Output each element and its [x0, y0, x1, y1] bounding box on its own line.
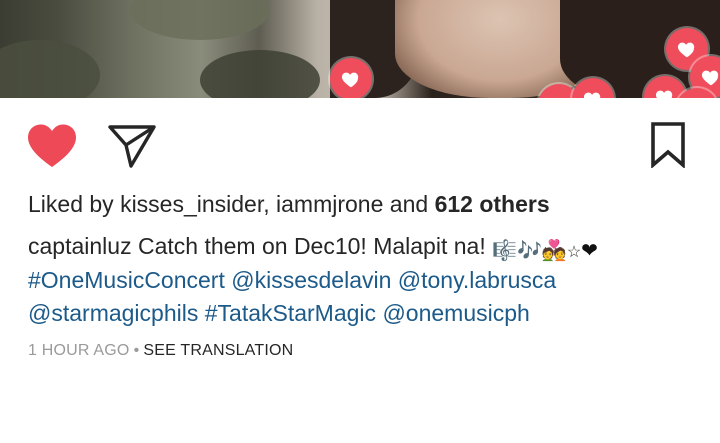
dot-separator: • — [133, 342, 140, 359]
liked-by-label: Liked by — [28, 191, 114, 217]
music-notes-emoji: 🎶 — [517, 240, 542, 262]
caption-text: Catch them on Dec10! Malapit na! — [137, 233, 486, 259]
floating-heart-icon — [330, 58, 372, 98]
comma-separator: , — [263, 191, 270, 217]
and-label: and — [389, 191, 429, 217]
author-username[interactable]: captainluz — [28, 233, 132, 259]
heart-icon — [28, 124, 76, 167]
couple-heart-emoji: 💑 — [541, 240, 567, 262]
mention-link[interactable]: @tony.labrusca — [398, 267, 556, 293]
post-photo[interactable] — [0, 0, 720, 98]
caption-line: #OneMusicConcert @kissesdelavin @tony.la… — [28, 264, 698, 298]
star-emoji: ☆ — [566, 244, 582, 261]
liker-username[interactable]: iammjrone — [276, 191, 383, 217]
black-heart-emoji: ❤ — [581, 240, 598, 262]
see-translation-link[interactable]: SEE TRANSLATION — [143, 342, 293, 359]
save-button[interactable] — [645, 118, 691, 172]
hashtag-link[interactable]: #TatakStarMagic — [205, 300, 376, 326]
paper-plane-icon — [108, 125, 156, 168]
post-caption: captainluz Catch them on Dec10! Malapit … — [28, 230, 698, 331]
others-count-link[interactable]: 612 others — [435, 191, 550, 217]
liker-username[interactable]: kisses_insider — [120, 191, 263, 217]
bookmark-icon — [651, 122, 685, 168]
caption-line: @starmagicphils #TatakStarMagic @onemusi… — [28, 297, 698, 331]
likes-summary: Liked by kisses_insider, iammjrone and 6… — [28, 191, 550, 218]
caption-line: captainluz Catch them on Dec10! Malapit … — [28, 230, 698, 264]
timestamp: 1 HOUR AGO — [28, 342, 130, 359]
post-meta: 1 HOUR AGO • SEE TRANSLATION — [28, 342, 293, 360]
mention-link[interactable]: @kissesdelavin — [231, 267, 391, 293]
music-score-emoji: 🎼 — [492, 240, 518, 262]
mention-link[interactable]: @onemusicph — [382, 300, 529, 326]
post-action-bar — [0, 110, 720, 180]
share-button[interactable] — [106, 122, 158, 170]
photo-texture — [0, 40, 100, 98]
photo-texture — [130, 0, 270, 40]
hashtag-link[interactable]: #OneMusicConcert — [28, 267, 225, 293]
like-button[interactable] — [26, 122, 78, 170]
photo-texture — [200, 50, 320, 98]
mention-link[interactable]: @starmagicphils — [28, 300, 198, 326]
